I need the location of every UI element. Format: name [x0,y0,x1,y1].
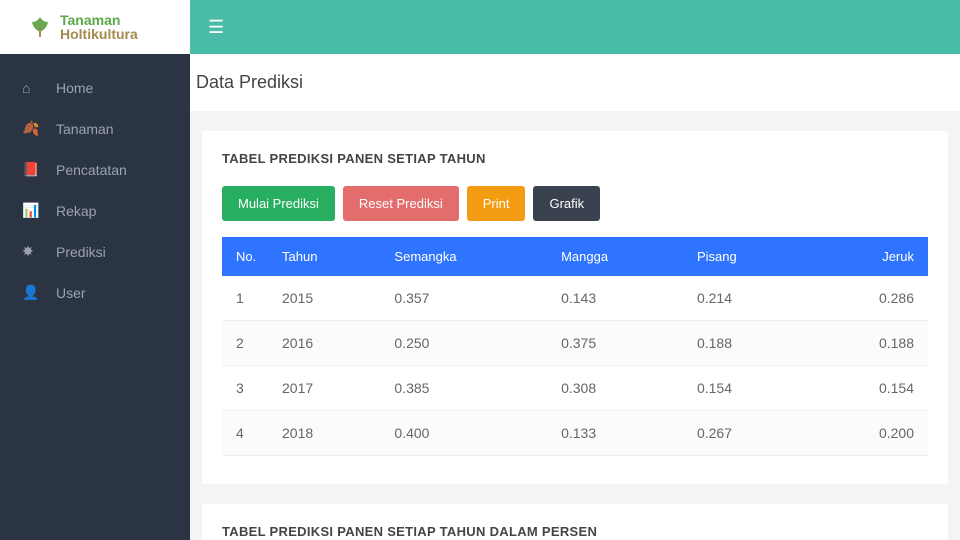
sidebar-item-home[interactable]: ⌂ Home [0,68,190,108]
print-button[interactable]: Print [467,186,526,221]
cell-mangga: 0.308 [551,366,687,411]
cell-mangga: 0.375 [551,321,687,366]
chart-button[interactable]: Grafik [533,186,600,221]
page-title: Data Prediksi [190,54,960,111]
cell-semangka: 0.250 [384,321,551,366]
home-icon: ⌂ [22,80,38,96]
cell-no: 2 [222,321,272,366]
col-mangga: Mangga [551,237,687,276]
sidebar-item-pencatatan[interactable]: 📕 Pencatatan [0,149,190,190]
col-jeruk: Jeruk [808,237,928,276]
sidebar-item-label: User [56,285,86,301]
cell-no: 3 [222,366,272,411]
cell-tahun: 2018 [272,411,384,456]
panel-prediction-percent: TABEL PREDIKSI PANEN SETIAP TAHUN DALAM … [202,504,948,540]
cell-jeruk: 0.154 [808,366,928,411]
table-row: 320170.3850.3080.1540.154 [222,366,928,411]
cell-jeruk: 0.286 [808,276,928,321]
cell-pisang: 0.154 [687,366,808,411]
chart-icon: 📊 [22,202,38,219]
brand-text: Tanaman Holtikultura [60,13,138,41]
sidebar-item-label: Home [56,80,93,96]
menu-toggle-icon[interactable]: ☰ [208,17,224,38]
logo-area: Tanaman Holtikultura [0,0,190,54]
cell-jeruk: 0.188 [808,321,928,366]
reset-prediction-button[interactable]: Reset Prediksi [343,186,459,221]
user-icon: 👤 [22,284,38,301]
col-semangka: Semangka [384,237,551,276]
col-pisang: Pisang [687,237,808,276]
col-no: No. [222,237,272,276]
sidebar-item-label: Prediksi [56,244,106,260]
plant-icon [28,15,52,39]
cell-no: 1 [222,276,272,321]
brand-line1: Tanaman [60,13,138,27]
prediction-table: No. Tahun Semangka Mangga Pisang Jeruk 1… [222,237,928,456]
topbar: Tanaman Holtikultura ☰ [0,0,960,54]
content-area: Data Prediksi TABEL PREDIKSI PANEN SETIA… [190,54,960,540]
brand-line2: Holtikultura [60,27,138,41]
sidebar-item-label: Pencatatan [56,162,127,178]
col-tahun: Tahun [272,237,384,276]
table-row: 220160.2500.3750.1880.188 [222,321,928,366]
sidebar-item-label: Rekap [56,203,96,219]
cell-tahun: 2017 [272,366,384,411]
panel-title: TABEL PREDIKSI PANEN SETIAP TAHUN [222,151,928,166]
cell-semangka: 0.357 [384,276,551,321]
wand-icon: ✸ [22,243,38,260]
cell-pisang: 0.214 [687,276,808,321]
cell-tahun: 2015 [272,276,384,321]
sidebar-item-user[interactable]: 👤 User [0,272,190,313]
sidebar-item-rekap[interactable]: 📊 Rekap [0,190,190,231]
cell-pisang: 0.188 [687,321,808,366]
cell-pisang: 0.267 [687,411,808,456]
table-row: 420180.4000.1330.2670.200 [222,411,928,456]
book-icon: 📕 [22,161,38,178]
cell-mangga: 0.143 [551,276,687,321]
start-prediction-button[interactable]: Mulai Prediksi [222,186,335,221]
sidebar-item-prediksi[interactable]: ✸ Prediksi [0,231,190,272]
cell-semangka: 0.385 [384,366,551,411]
button-row: Mulai Prediksi Reset Prediksi Print Graf… [222,186,928,221]
sidebar: ⌂ Home 🍂 Tanaman 📕 Pencatatan 📊 Rekap ✸ Predi… [0,54,190,540]
cell-semangka: 0.400 [384,411,551,456]
leaf-icon: 🍂 [22,120,38,137]
cell-tahun: 2016 [272,321,384,366]
cell-no: 4 [222,411,272,456]
cell-mangga: 0.133 [551,411,687,456]
table-row: 120150.3570.1430.2140.286 [222,276,928,321]
panel-title: TABEL PREDIKSI PANEN SETIAP TAHUN DALAM … [222,524,928,539]
sidebar-item-tanaman[interactable]: 🍂 Tanaman [0,108,190,149]
sidebar-item-label: Tanaman [56,121,114,137]
panel-prediction: TABEL PREDIKSI PANEN SETIAP TAHUN Mulai … [202,131,948,484]
cell-jeruk: 0.200 [808,411,928,456]
